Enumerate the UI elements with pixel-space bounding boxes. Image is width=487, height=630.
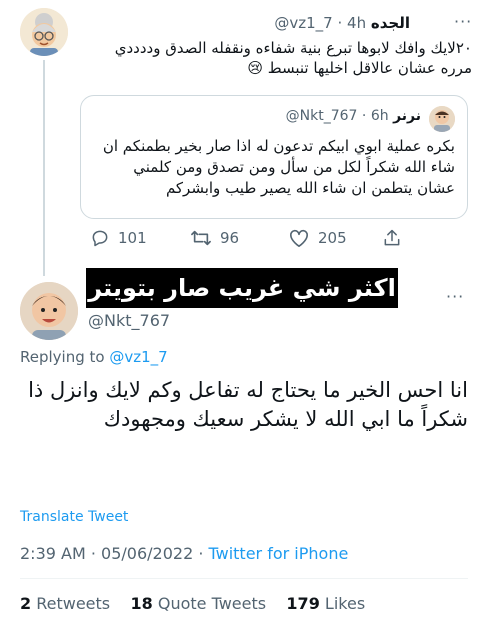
retweets-stat[interactable]: 2 Retweets: [20, 594, 110, 613]
reply-author-handle[interactable]: @Nkt_767: [88, 311, 170, 330]
handle[interactable]: @vz1_7 · 4h: [274, 14, 366, 32]
more-options-icon[interactable]: ···: [454, 12, 472, 31]
tweet-actions: 101 96 205: [84, 228, 404, 250]
retweet-count: 96: [220, 229, 240, 247]
source-link[interactable]: Twitter for iPhone: [209, 544, 349, 563]
share-icon: [384, 229, 400, 246]
more-options-icon[interactable]: ···: [446, 287, 464, 306]
reply-icon: [92, 230, 108, 247]
divider: [20, 578, 468, 579]
original-tweet-header: الجده @vz1_7 · 4h: [80, 14, 410, 32]
likes-stat[interactable]: 179 Likes: [286, 594, 365, 613]
heart-icon: [290, 229, 308, 247]
reply-button[interactable]: 101: [90, 228, 147, 248]
tweet-timestamp: 2:39 AM · 05/06/2022 · Twitter for iPhon…: [20, 544, 349, 563]
tweet-stats: 2 Retweets 18 Quote Tweets 179 Likes: [20, 594, 365, 613]
reply-count: 101: [118, 229, 147, 247]
avatar-grandma[interactable]: [20, 8, 68, 56]
original-tweet-text: ٢٠لايك وافك لابوها تبرع بنية شفاءه ونقفل…: [114, 39, 472, 77]
translate-tweet-link[interactable]: Translate Tweet: [20, 509, 128, 525]
like-button[interactable]: 205: [288, 228, 347, 248]
quoted-tweet-text: بكره عملية ابوي ابيكم تدعون له اذا صار ب…: [102, 137, 455, 197]
quoted-display-name: نرنر: [393, 108, 421, 124]
reply-tweet-text: انا احس الخير ما يحتاج له تفاعل وكم لايك…: [28, 378, 468, 431]
like-count: 205: [318, 229, 347, 247]
retweet-icon: [191, 230, 211, 246]
quoted-tweet-card[interactable]: نرنر @Nkt_767 · 6h بكره عملية ابوي ابيكم…: [80, 95, 468, 219]
replying-to: Replying to @vz1_7: [20, 348, 168, 366]
avatar-reply-author[interactable]: [20, 282, 78, 340]
quoted-tweet-header: نرنر @Nkt_767 · 6h: [141, 108, 421, 124]
share-button[interactable]: [382, 228, 402, 248]
display-name[interactable]: الجده: [371, 14, 410, 32]
quoted-handle: @Nkt_767 · 6h: [285, 108, 389, 124]
replying-to-link[interactable]: @vz1_7: [109, 348, 167, 366]
quoted-avatar: [429, 106, 455, 132]
retweet-button[interactable]: 96: [190, 228, 239, 248]
thread-line: [43, 60, 45, 276]
quote-tweets-stat[interactable]: 18 Quote Tweets: [130, 594, 266, 613]
overlay-caption-banner: اكثر شي غريب صار بتويتر: [86, 268, 398, 308]
